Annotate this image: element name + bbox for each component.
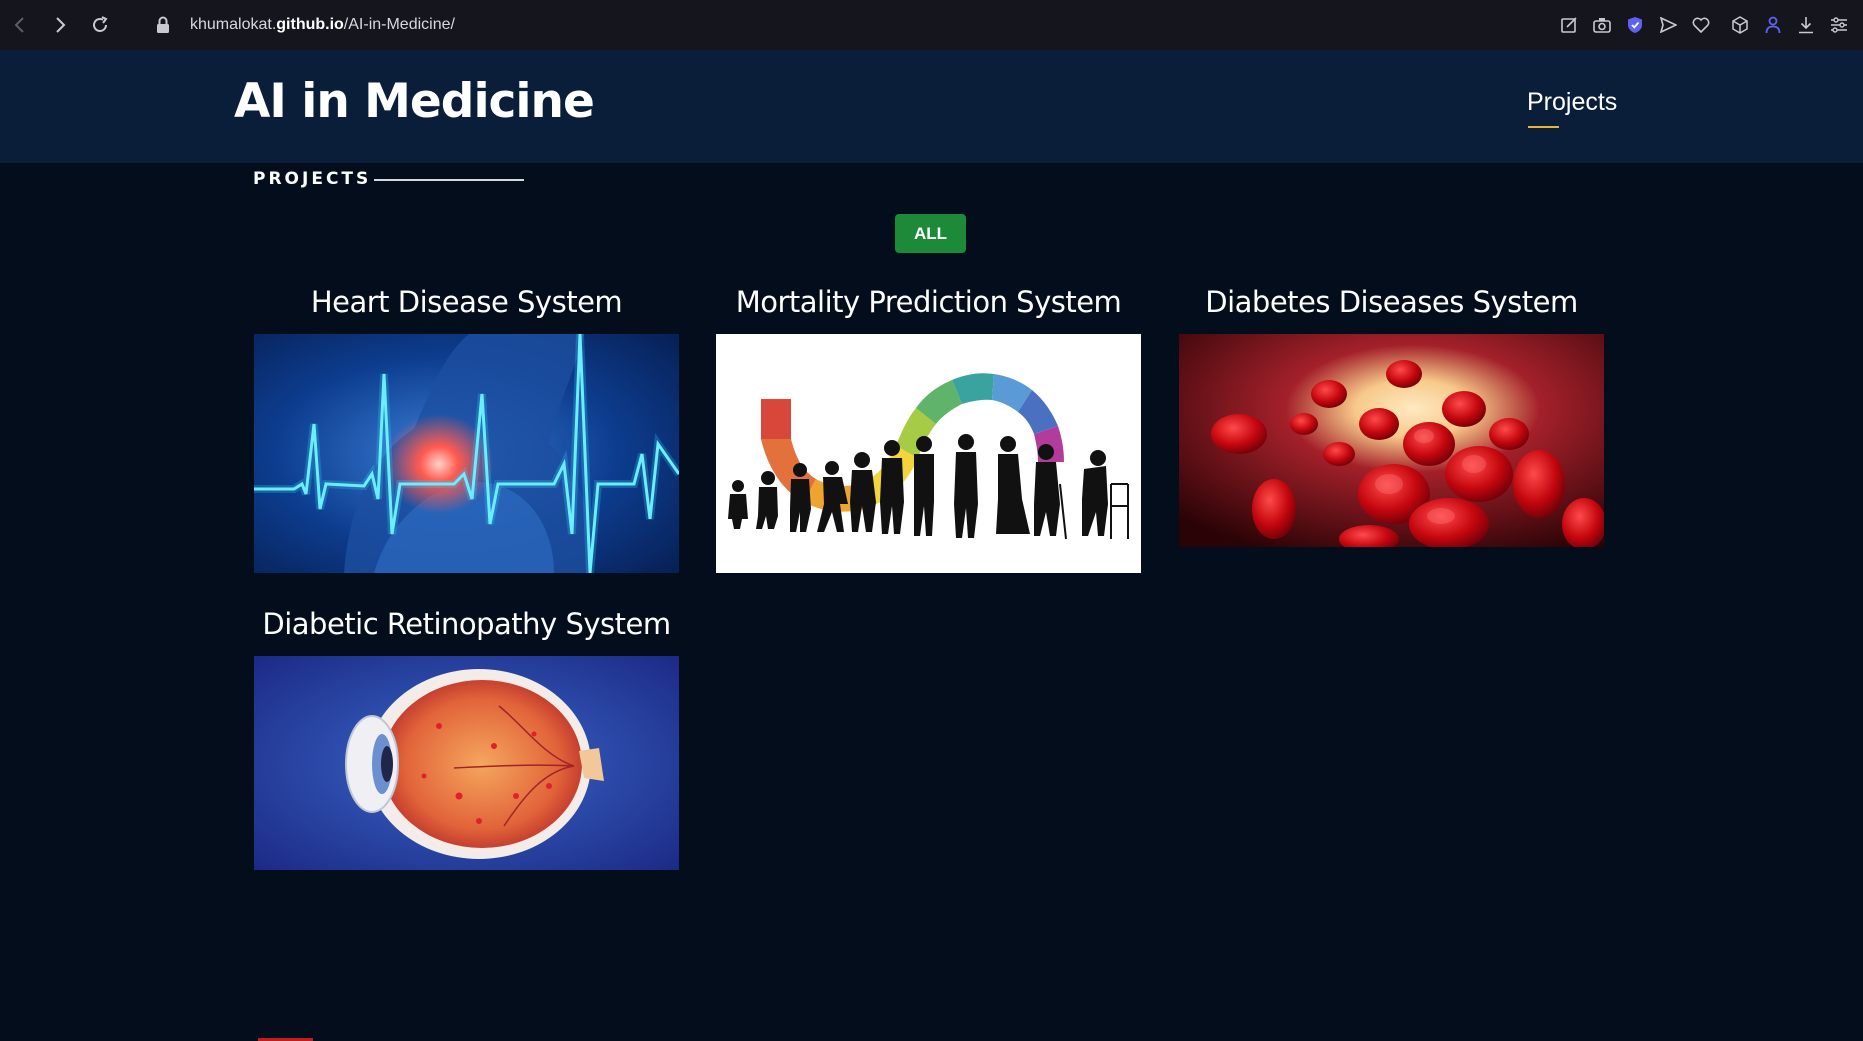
filter-all-button[interactable]: ALL [895, 214, 966, 253]
url-prefix: khumalokat. [190, 16, 277, 33]
lock-icon[interactable] [148, 16, 178, 34]
shield-icon[interactable] [1618, 0, 1651, 50]
camera-icon[interactable] [1585, 0, 1618, 50]
heart-ecg-image[interactable] [254, 334, 679, 573]
edit-icon[interactable] [1552, 0, 1585, 50]
project-title[interactable]: Mortality Prediction System [716, 285, 1141, 319]
address-bar[interactable]: khumalokat.github.io/AI-in-Medicine/ [190, 16, 455, 34]
browser-toolbar: khumalokat.github.io/AI-in-Medicine/ [0, 0, 1863, 50]
project-card-diabetes[interactable]: Diabetes Diseases System [1179, 285, 1604, 547]
url-path: /AI-in-Medicine/ [343, 16, 455, 33]
project-title[interactable]: Diabetes Diseases System [1179, 285, 1604, 319]
profile-icon[interactable] [1756, 0, 1789, 50]
section-divider [374, 179, 524, 181]
lifespan-silhouettes-image[interactable] [716, 334, 1141, 573]
site-logo[interactable]: AI in Medicine [234, 74, 595, 129]
project-card-heart[interactable]: Heart Disease System [254, 285, 679, 573]
menu-icon[interactable] [1822, 0, 1855, 50]
cube-icon[interactable] [1723, 0, 1756, 50]
reload-icon[interactable] [80, 0, 120, 50]
nav-active-indicator [1528, 126, 1559, 128]
download-icon[interactable] [1789, 0, 1822, 50]
project-card-retinopathy[interactable]: Diabetic Retinopathy System [254, 607, 679, 870]
send-icon[interactable] [1651, 0, 1684, 50]
project-title[interactable]: Heart Disease System [254, 285, 679, 319]
url-domain: github.io [276, 16, 344, 33]
red-blood-cells-image[interactable] [1179, 334, 1604, 547]
site-header: AI in Medicine Projects [0, 50, 1863, 163]
forward-icon[interactable] [40, 0, 80, 50]
section-title: PROJECTS [253, 169, 372, 189]
heart-icon[interactable] [1684, 0, 1717, 50]
back-icon[interactable] [0, 0, 40, 50]
project-title[interactable]: Diabetic Retinopathy System [254, 607, 679, 641]
nav-link-projects[interactable]: Projects [1527, 88, 1617, 117]
eye-retina-image[interactable] [254, 656, 679, 870]
project-card-mortality[interactable]: Mortality Prediction System [716, 285, 1141, 573]
